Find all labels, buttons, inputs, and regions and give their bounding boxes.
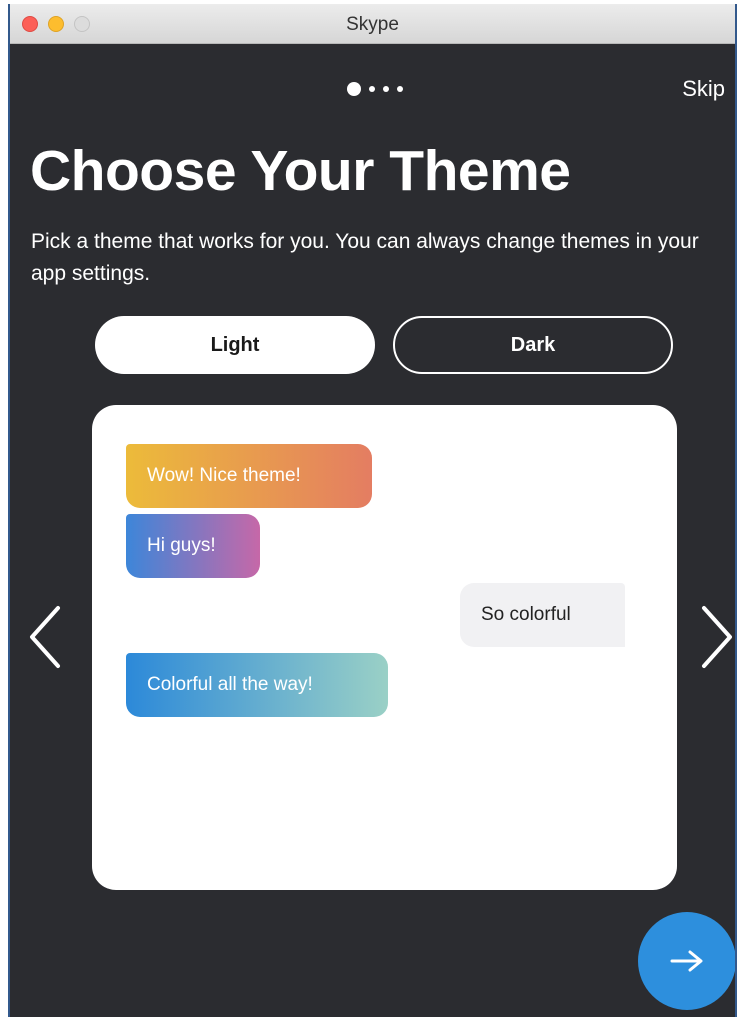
skype-window: Skype Skip Choose Your Theme Pick a them… — [8, 4, 737, 1017]
page-dot-active — [347, 82, 361, 96]
light-theme-button[interactable]: Light — [95, 316, 375, 374]
window-title: Skype — [346, 14, 399, 35]
chat-bubble-incoming: Colorful all the way! — [126, 653, 388, 717]
page-dot — [369, 86, 375, 92]
title-bar: Skype — [10, 4, 735, 44]
dark-theme-button[interactable]: Dark — [393, 316, 673, 374]
page-indicator — [347, 82, 403, 96]
chat-bubble-outgoing: So colorful — [460, 583, 625, 647]
next-button[interactable] — [638, 912, 735, 1010]
chevron-right-icon[interactable] — [696, 602, 735, 672]
skip-link[interactable]: Skip — [682, 76, 725, 102]
page-subtitle: Pick a theme that works for you. You can… — [31, 230, 699, 285]
chat-bubble-incoming: Wow! Nice theme! — [126, 444, 372, 508]
page-dot — [383, 86, 389, 92]
page-title: Choose Your Theme — [30, 139, 571, 203]
page-dot — [397, 86, 403, 92]
chat-bubble-incoming: Hi guys! — [126, 514, 260, 578]
chevron-left-icon[interactable] — [26, 602, 66, 672]
theme-preview-card: Wow! Nice theme! Hi guys! So colorful Co… — [92, 405, 677, 890]
arrow-right-icon — [670, 950, 703, 972]
